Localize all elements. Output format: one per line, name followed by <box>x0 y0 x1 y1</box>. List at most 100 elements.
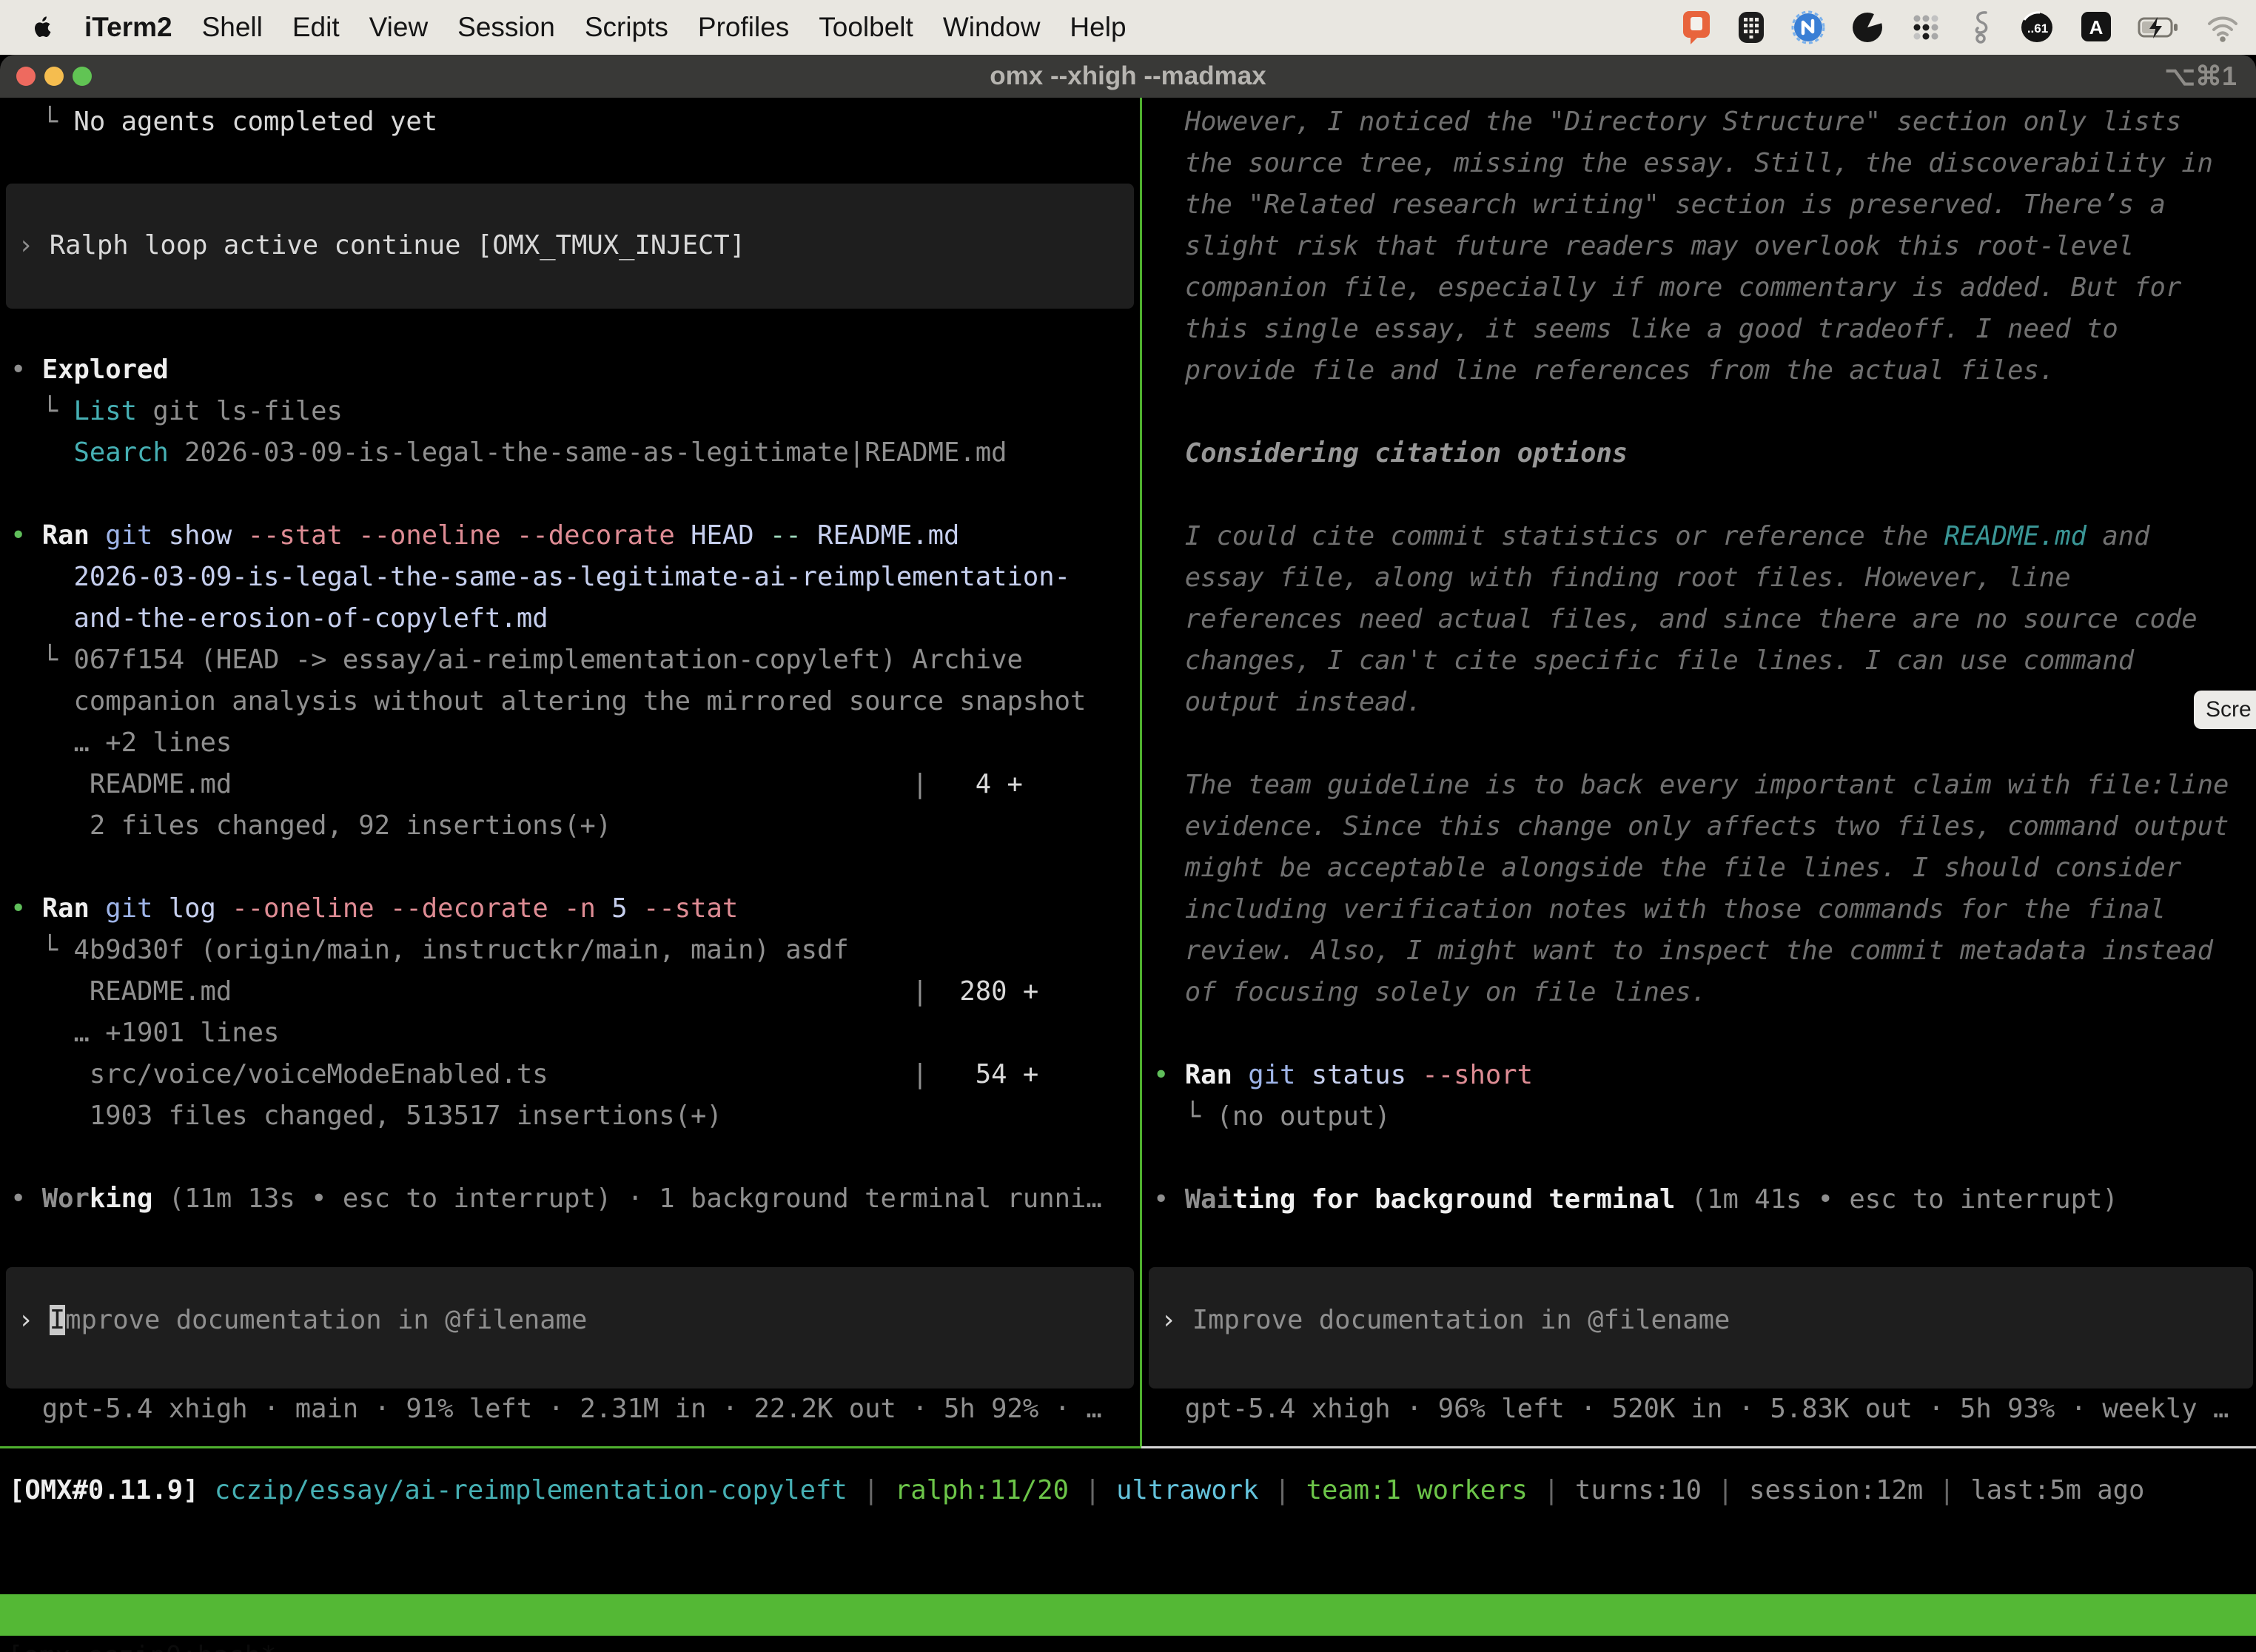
reasoning-line: slight risk that future readers may over… <box>1153 226 2256 267</box>
text-segment: › <box>1161 1305 1192 1335</box>
text-segment: evidence. Since this change only affects… <box>1153 811 2229 842</box>
omx-status-segment: team:1 workers <box>1306 1475 1528 1505</box>
screen-share-tooltip[interactable]: Scre <box>2194 691 2256 729</box>
text-segment: Wor <box>42 1183 90 1214</box>
text-segment: output instead. <box>1153 687 1422 717</box>
text-segment: might be acceptable alongside the file l… <box>1153 853 2181 883</box>
omx-status-segment: [OMX#0.11.9] <box>9 1475 198 1505</box>
reasoning-line: might be acceptable alongside the file l… <box>1153 847 2256 889</box>
text-segment: └ <box>10 107 74 137</box>
text-segment: git <box>90 893 153 924</box>
text-segment: • <box>10 355 42 385</box>
reasoning-heading: Considering citation options <box>1153 433 2256 474</box>
text-segment: 2026-03-09-is-legal-the-same-as-legitima… <box>169 437 1007 468</box>
agents-status-line: └ No agents completed yet <box>10 101 1140 143</box>
pane-border-bottom-left <box>0 1446 1141 1448</box>
menu-item-shell[interactable]: Shell <box>202 12 263 43</box>
text-segment: • <box>10 1183 42 1214</box>
text-segment: review. Also, I might want to inspect th… <box>1153 936 2213 966</box>
menu-item-edit[interactable]: Edit <box>292 12 340 43</box>
terminal-line <box>1153 723 2256 765</box>
command-output-line: └ 067f154 (HEAD -> essay/ai-reimplementa… <box>10 639 1140 681</box>
text-segment <box>10 437 74 468</box>
omx-status-segment: | <box>1259 1475 1306 1505</box>
text-segment: 2 files changed, 92 insertions(+) <box>10 810 611 841</box>
prompt-input[interactable]: › Improve documentation in @filename <box>1149 1267 2253 1389</box>
wifi-icon[interactable] <box>2206 10 2240 44</box>
text-segment: List <box>74 396 138 426</box>
menu-item-window[interactable]: Window <box>943 12 1041 43</box>
reasoning-line: output instead. <box>1153 682 2256 723</box>
omx-status-segment: cczip/essay/ai-reimplementation-copyleft <box>198 1475 847 1505</box>
shutter-circle-icon[interactable] <box>1850 10 1884 44</box>
terminal-line <box>1153 474 2256 516</box>
diffstat-summary-line: 2 files changed, 92 insertions(+) <box>10 805 1140 847</box>
menu-item-view[interactable]: View <box>369 12 429 43</box>
omx-status-segment: | <box>1069 1475 1116 1505</box>
menu-item-scripts[interactable]: Scripts <box>585 12 668 43</box>
text-segment: -n <box>548 893 596 924</box>
text-segment: -- <box>754 520 802 551</box>
text-segment: Wai <box>1185 1184 1232 1215</box>
squiggle-icon[interactable] <box>1967 10 1994 45</box>
input-source-a-icon[interactable]: A <box>2080 10 2112 44</box>
pane-border-bottom-right <box>1141 1446 2256 1448</box>
menu-item-iterm2[interactable]: iTerm2 <box>84 12 172 43</box>
command-output-line: companion analysis without altering the … <box>10 681 1140 722</box>
text-segment: I could cite commit statistics or refere… <box>1153 521 1944 551</box>
input-source-label: A <box>2089 16 2104 38</box>
reasoning-line: I could cite commit statistics or refere… <box>1153 516 2256 557</box>
ralph-loop-box[interactable]: › Ralph loop active continue [OMX_TMUX_I… <box>6 184 1134 309</box>
reasoning-line: changes, I can't cite specific file line… <box>1153 640 2256 682</box>
terminal-window: omx --xhigh --madmax ⌥⌘1 └ No agents com… <box>0 55 2256 1652</box>
text-segment: king <box>90 1183 153 1214</box>
text-segment: this single essay, it seems like a good … <box>1153 314 2118 344</box>
menu-item-help[interactable]: Help <box>1070 12 1126 43</box>
menu-item-toolbelt[interactable]: Toolbelt <box>819 12 913 43</box>
text-segment: status <box>1295 1060 1406 1090</box>
tmux-session-label: [omx-cczip0:bash* <box>7 1636 276 1652</box>
text-segment: 4 + <box>928 769 1023 799</box>
omx-status-segment: last:5m ago <box>1970 1475 2144 1505</box>
working-status-line: • Working (11m 13s • esc to interrupt) ·… <box>10 1178 1140 1220</box>
reasoning-line: references need actual files, and since … <box>1153 599 2256 640</box>
recording-indicator-icon[interactable] <box>1682 10 1711 45</box>
text-segment: (1m 41s • esc to interrupt) <box>1675 1184 2118 1215</box>
terminal-line <box>1153 1013 2256 1055</box>
pane-divider-vertical[interactable] <box>1140 98 1142 1446</box>
text-segment: 2026-03-09-is-legal-the-same-as-legitima… <box>10 562 1070 592</box>
dots-grid-icon[interactable] <box>1910 10 1942 44</box>
text-segment: └ (no output) <box>1153 1101 1391 1132</box>
text-segment: README.md | <box>10 769 928 799</box>
title-bar[interactable]: omx --xhigh --madmax ⌥⌘1 <box>0 55 2256 98</box>
diffstat-line: src/voice/voiceModeEnabled.ts | 54 + <box>10 1054 1140 1095</box>
reasoning-line: this single essay, it seems like a good … <box>1153 309 2256 350</box>
apple-menu-icon[interactable] <box>28 11 56 44</box>
battery-icon[interactable] <box>2138 10 2181 44</box>
text-segment: Ran <box>42 893 90 924</box>
menu-item-profiles[interactable]: Profiles <box>698 12 789 43</box>
tmux-pane-left[interactable]: └ No agents completed yet › Ralph loop ac… <box>0 98 1140 1430</box>
omx-status-segment: | <box>1528 1475 1575 1505</box>
text-segment: companion analysis without altering the … <box>10 686 1086 716</box>
command-output-line: └ (no output) <box>1153 1096 2256 1138</box>
text-segment: └ 067f154 (HEAD -> essay/ai-reimplementa… <box>10 645 1023 675</box>
text-segment: references need actual files, and since … <box>1153 604 2198 634</box>
command-output-line: … +1901 lines <box>10 1013 1140 1054</box>
prompt-input[interactable]: › Improve documentation in @filename <box>6 1267 1134 1389</box>
tmux-pane-right[interactable]: However, I noticed the "Directory Struct… <box>1143 98 2256 1430</box>
keypad-shield-icon[interactable] <box>1736 10 1766 44</box>
text-segment: gpt-5.4 xhigh · 96% left · 520K in · 5.8… <box>1153 1394 2229 1424</box>
command-line: • Ran git show --stat --oneline --decora… <box>10 515 1140 557</box>
menu-item-session[interactable]: Session <box>457 12 555 43</box>
diffstat-line: README.md | 280 + <box>10 971 1140 1013</box>
text-segment: └ <box>10 396 74 426</box>
omx-status-segment: ralph:11/20 <box>895 1475 1069 1505</box>
command-output-line: └ 4b9d30f (origin/main, instructkr/main,… <box>10 930 1140 971</box>
battery-cycle-badge-icon[interactable]: ..61 <box>2019 10 2055 45</box>
omx-status-segment: ultrawork <box>1116 1475 1258 1505</box>
menu-bar: iTerm2 Shell Edit View Session Scripts Profile… <box>0 0 2256 55</box>
text-segment: › <box>18 1305 50 1335</box>
text-segment: including verification notes with those … <box>1153 894 2166 924</box>
sync-badge-icon[interactable] <box>1791 10 1825 44</box>
